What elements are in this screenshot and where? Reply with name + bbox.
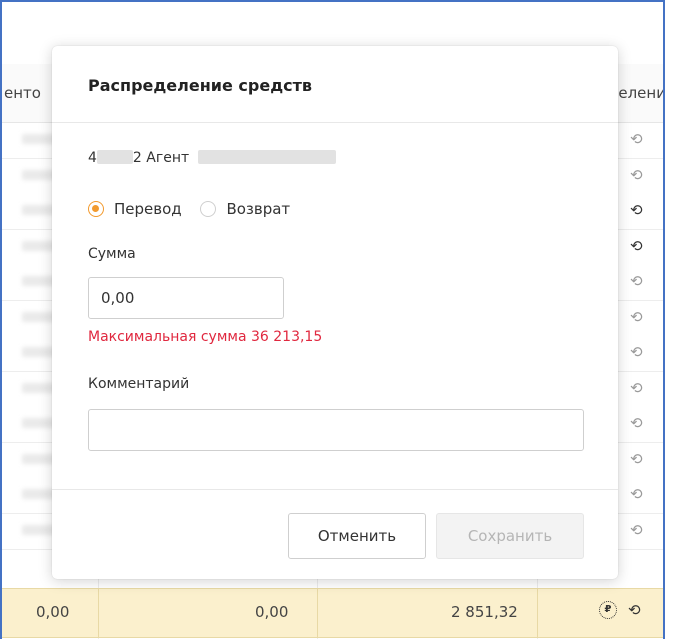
- column-divider: [537, 589, 538, 637]
- clock-history-icon[interactable]: ⟲: [630, 166, 643, 184]
- agent-prefix: 4: [88, 150, 97, 166]
- radio-label: Возврат: [226, 200, 291, 218]
- cancel-button[interactable]: Отменить: [288, 513, 426, 559]
- max-amount-error: Максимальная сумма 36 213,15: [88, 329, 323, 345]
- column-divider: [98, 589, 99, 637]
- clock-history-icon[interactable]: ⟲: [630, 485, 643, 503]
- clock-history-icon[interactable]: ⟲: [630, 272, 643, 290]
- dialog-title: Распределение средств: [88, 76, 312, 95]
- clock-history-icon[interactable]: ⟲: [628, 601, 641, 619]
- clock-history-icon[interactable]: ⟲: [630, 201, 643, 219]
- cell-value: 0,00: [36, 603, 70, 621]
- radio-indicator[interactable]: [200, 201, 217, 217]
- cell-value: 0,00: [255, 603, 289, 621]
- agent-info: 4 2 Агент: [88, 150, 336, 166]
- amount-input[interactable]: [88, 277, 284, 319]
- divider: [52, 489, 618, 490]
- divider: [52, 122, 618, 123]
- radio-transfer[interactable]: Перевод: [88, 200, 182, 218]
- clock-history-icon[interactable]: ⟲: [630, 130, 643, 148]
- redacted-block: [96, 150, 133, 164]
- clock-history-icon[interactable]: ⟲: [630, 414, 643, 432]
- clock-history-icon[interactable]: ⟲: [630, 521, 643, 539]
- radio-return[interactable]: Возврат: [200, 200, 290, 218]
- save-button[interactable]: Сохранить: [436, 513, 584, 559]
- clock-history-icon[interactable]: ⟲: [630, 308, 643, 326]
- cell-value: 2 851,32: [451, 603, 518, 621]
- redacted-block: [197, 150, 336, 164]
- operation-type-radio-group: Перевод Возврат: [88, 200, 304, 221]
- agent-text: 2 Агент: [132, 150, 190, 166]
- distribution-dialog: Распределение средств 4 2 Агент Перевод В…: [52, 46, 618, 579]
- radio-selected-indicator[interactable]: [88, 201, 104, 217]
- table-row-highlighted[interactable]: 0,00 0,00 2 851,32 ₽ ⟲: [2, 588, 663, 638]
- radio-label: Перевод: [114, 200, 182, 218]
- amount-label: Сумма: [88, 246, 136, 262]
- column-header-left: енто: [4, 84, 41, 102]
- comment-label: Комментарий: [88, 376, 190, 392]
- clock-history-icon[interactable]: ⟲: [630, 450, 643, 468]
- comment-input[interactable]: [88, 409, 584, 451]
- clock-history-icon[interactable]: ⟲: [630, 343, 643, 361]
- clock-history-icon[interactable]: ⟲: [630, 379, 643, 397]
- column-divider: [317, 589, 318, 637]
- payment-coin-icon[interactable]: ₽: [599, 601, 617, 619]
- clock-history-icon[interactable]: ⟲: [630, 237, 643, 255]
